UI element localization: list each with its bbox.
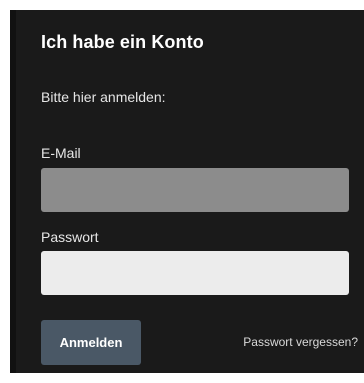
- forgot-password-link[interactable]: Passwort vergessen?: [243, 335, 358, 349]
- email-field[interactable]: [41, 168, 349, 212]
- login-panel: Ich habe ein Konto Bitte hier anmelden: …: [10, 10, 364, 373]
- email-label: E-Mail: [41, 145, 81, 161]
- login-button[interactable]: Anmelden: [41, 320, 141, 365]
- password-label: Passwort: [41, 229, 99, 245]
- panel-edge: [10, 10, 16, 373]
- login-heading: Ich habe ein Konto: [41, 32, 204, 52]
- login-subtitle: Bitte hier anmelden:: [41, 89, 166, 105]
- password-field[interactable]: [41, 251, 349, 295]
